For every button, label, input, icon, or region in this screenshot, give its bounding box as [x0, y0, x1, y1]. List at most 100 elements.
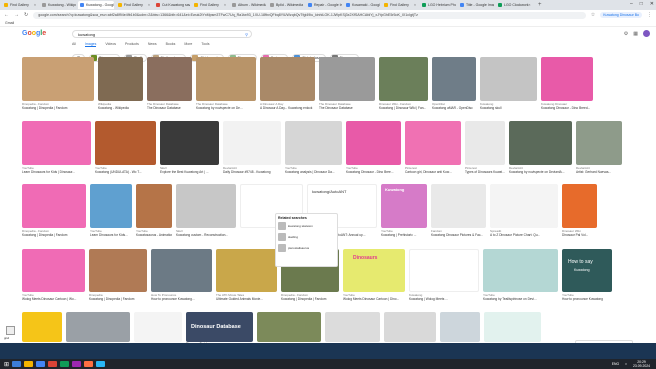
browser-tab[interactable]: Title - Google Image×	[458, 1, 494, 9]
result-title[interactable]: Kuwatong analysis | Dinosaur Da...	[285, 170, 342, 174]
tab-close-icon[interactable]: ×	[224, 3, 226, 7]
browser-tab[interactable]: Find Gallery ×	[192, 1, 228, 9]
tab-close-icon[interactable]: ×	[414, 3, 416, 7]
result-thumbnail[interactable]	[196, 57, 256, 101]
star-icon[interactable]: ☆	[591, 12, 595, 18]
result-thumbnail[interactable]	[136, 184, 172, 228]
tab-tools[interactable]: Tools	[201, 42, 209, 47]
result-title[interactable]: A Dinosaur A Day... Kuwatong enlock	[260, 106, 315, 110]
image-result[interactable]: YouTube Learn Dinosaurs for Kids | Dinosa…	[22, 121, 91, 174]
result-title[interactable]: Types of Dinosaurs Kuwat...	[465, 170, 505, 174]
taskbar-app-icon[interactable]	[36, 361, 46, 367]
result-thumbnail[interactable]	[257, 312, 321, 342]
result-title[interactable]: Wolog Meets Dinosaur Cartoon | Wo...	[22, 297, 85, 301]
image-result[interactable]: DeviantArt Daily Dinosaur #9748 - Kuwaton…	[223, 121, 281, 174]
maximize-icon[interactable]: □	[640, 1, 643, 7]
result-title[interactable]: Kuwatong | Dinopedia | Fandom	[89, 297, 147, 301]
tab-books[interactable]: Books	[166, 42, 176, 47]
image-result[interactable]: Dinopedia Kuwatong | Dinopedia | Fandom	[89, 249, 147, 301]
result-thumbnail[interactable]	[432, 57, 476, 101]
result-thumbnail[interactable]: How to say Kuwatong	[562, 249, 612, 292]
back-icon[interactable]: ←	[4, 12, 9, 18]
image-result[interactable]: YouTube Kuwatong analysis | Dinosaur Da..…	[285, 121, 342, 174]
reload-icon[interactable]: ↻	[24, 12, 28, 18]
result-title[interactable]: Artist: Gerhard Nuevas...	[576, 170, 622, 174]
search-icon[interactable]: ⚲	[245, 32, 248, 37]
image-result[interactable]	[257, 312, 321, 346]
browser-tab[interactable]: Find Gallery ×	[382, 1, 418, 9]
result-thumbnail[interactable]: Kuwatong	[381, 184, 427, 228]
avatar[interactable]	[643, 30, 650, 37]
result-thumbnail[interactable]	[95, 121, 156, 165]
browser-tab[interactable]: Find Gallery ×	[116, 1, 152, 9]
result-thumbnail[interactable]	[260, 57, 315, 101]
image-result[interactable]: YouTube Kuwatong by Teallispirinose on De…	[483, 249, 558, 301]
result-thumbnail[interactable]	[22, 121, 91, 165]
image-result[interactable]: Skull Explore the Best Kuwatong Art | ...	[160, 121, 219, 174]
image-result[interactable]: YouTube Learn Dinosaurs for Kids...	[90, 184, 132, 237]
image-result[interactable]: YouTube Kuwatong Dinosaur - Dino Bree...	[346, 121, 401, 174]
image-result[interactable]: Dinopedia - Fandom Kuwatong | Dinopedia |…	[22, 57, 94, 110]
result-thumbnail[interactable]	[176, 184, 236, 228]
browser-tab[interactable]: Repair - Google Imag×	[306, 1, 342, 9]
browser-tab[interactable]: Bplid - Wikimedia Ca×	[268, 1, 304, 9]
result-title[interactable]: A to Z Dinosaur Picture Chart: Qu...	[490, 233, 558, 237]
settings-icon[interactable]: ⚙	[624, 31, 628, 37]
image-result[interactable]: A Dinosaur A Day A Dinosaur A Day... Kuwa…	[260, 57, 315, 110]
google-logo[interactable]: Google	[22, 30, 46, 37]
related-search-item[interactable]: pterostalisaurus	[278, 244, 335, 252]
result-thumbnail[interactable]	[90, 184, 132, 228]
gmail-bookmark[interactable]: Gmail	[5, 21, 14, 25]
tab-products[interactable]: Products	[125, 42, 139, 47]
result-thumbnail[interactable]	[379, 57, 428, 101]
tab-more[interactable]: More	[184, 42, 192, 47]
taskbar-app-icon[interactable]	[84, 361, 94, 367]
image-result[interactable]: Kuwatong Dinosaur Kuwatong Dinosaur - Din…	[541, 57, 593, 110]
result-title[interactable]: Kuwatong | Wolog Meets ...	[409, 297, 479, 301]
taskbar-app-icon[interactable]	[96, 361, 106, 367]
image-result[interactable]: Dinosaur Wiki Dinosaur Pal Vol...	[562, 184, 597, 237]
browser-tab[interactable]: LGO Clockwork ×	[496, 1, 532, 9]
result-thumbnail[interactable]	[465, 121, 505, 165]
result-thumbnail[interactable]	[22, 57, 94, 101]
taskbar-app-icon[interactable]	[60, 361, 70, 367]
result-thumbnail[interactable]	[346, 121, 401, 165]
start-icon[interactable]: ⊞	[4, 361, 9, 368]
image-result[interactable]: Pinterest Cartoon girl, Dinosaur anti Kuw…	[405, 121, 461, 174]
image-result[interactable]	[134, 312, 182, 346]
result-title[interactable]: Ultimate Guided Animals Movie...	[216, 297, 277, 301]
image-result[interactable]: DeviantArt Kuwatong by nuvispecte on Devi…	[509, 121, 572, 174]
result-title[interactable]: Kuwatong aMAR - OpenDisc	[432, 106, 476, 110]
taskbar-app-icon[interactable]	[72, 361, 82, 367]
image-result[interactable]: Wikipedia Kuwatong - Wikipedia	[98, 57, 143, 110]
minimize-icon[interactable]: –	[630, 1, 633, 7]
result-thumbnail[interactable]	[325, 312, 380, 342]
close-icon[interactable]: ✕	[650, 1, 654, 7]
browser-tab[interactable]: Kosamaki - Google Im×	[344, 1, 380, 9]
image-result[interactable]: YouTubeKuwatosaurus - Animation - To...	[136, 184, 172, 237]
image-result[interactable]: How to say Kuwatong YouTube How to pronounc…	[562, 249, 612, 301]
result-title[interactable]: Kuwatong Dinosaur - Dino Breed...	[541, 106, 593, 110]
image-result[interactable]: Kuwatong Kuwatong skull	[480, 57, 537, 110]
image-result[interactable]	[325, 312, 380, 346]
result-thumbnail[interactable]	[490, 184, 558, 228]
image-result[interactable]: YouTube Kuwatong (UNDULATA) - Wo T...	[95, 121, 156, 174]
result-thumbnail[interactable]	[384, 312, 436, 342]
profile-chip[interactable]: Kuwatong Dinosaur Bo	[600, 12, 642, 18]
image-result[interactable]: How To Pronounce How to pronounce Kuwaton…	[151, 249, 212, 301]
wifi-icon[interactable]: ≈	[625, 362, 627, 366]
apps-icon[interactable]: ▦	[633, 31, 638, 37]
search-box[interactable]: kuwatong ⚲	[72, 30, 252, 38]
result-title[interactable]: Kuwatong (UNDULATA) - Wo T...	[95, 170, 156, 174]
result-thumbnail[interactable]: Dinosaur Database	[186, 312, 253, 342]
browser-tab[interactable]: LGO Hebrium Photo Ca×	[420, 1, 456, 9]
image-result[interactable]: Fandom Kuwatong Dinosaur Pictures & Fac..…	[431, 184, 486, 237]
result-thumbnail[interactable]	[151, 249, 212, 292]
image-result[interactable]: Dinosaur DatabaseDinosaur Database	[186, 312, 253, 346]
result-thumbnail[interactable]	[22, 249, 85, 292]
result-title[interactable]: Learn Dinosaurs for Kids | Dinosaur...	[22, 170, 91, 174]
browser-tab[interactable]: Cut Kuwatong saves×	[154, 1, 190, 9]
image-result[interactable]: Kuwatong Kuwatong | Wolog Meets ...	[409, 249, 479, 301]
result-title[interactable]: Kuwatong custom - Reconstruction...	[176, 233, 236, 237]
result-title[interactable]: How to pronounce Kuwatong...	[151, 297, 212, 301]
